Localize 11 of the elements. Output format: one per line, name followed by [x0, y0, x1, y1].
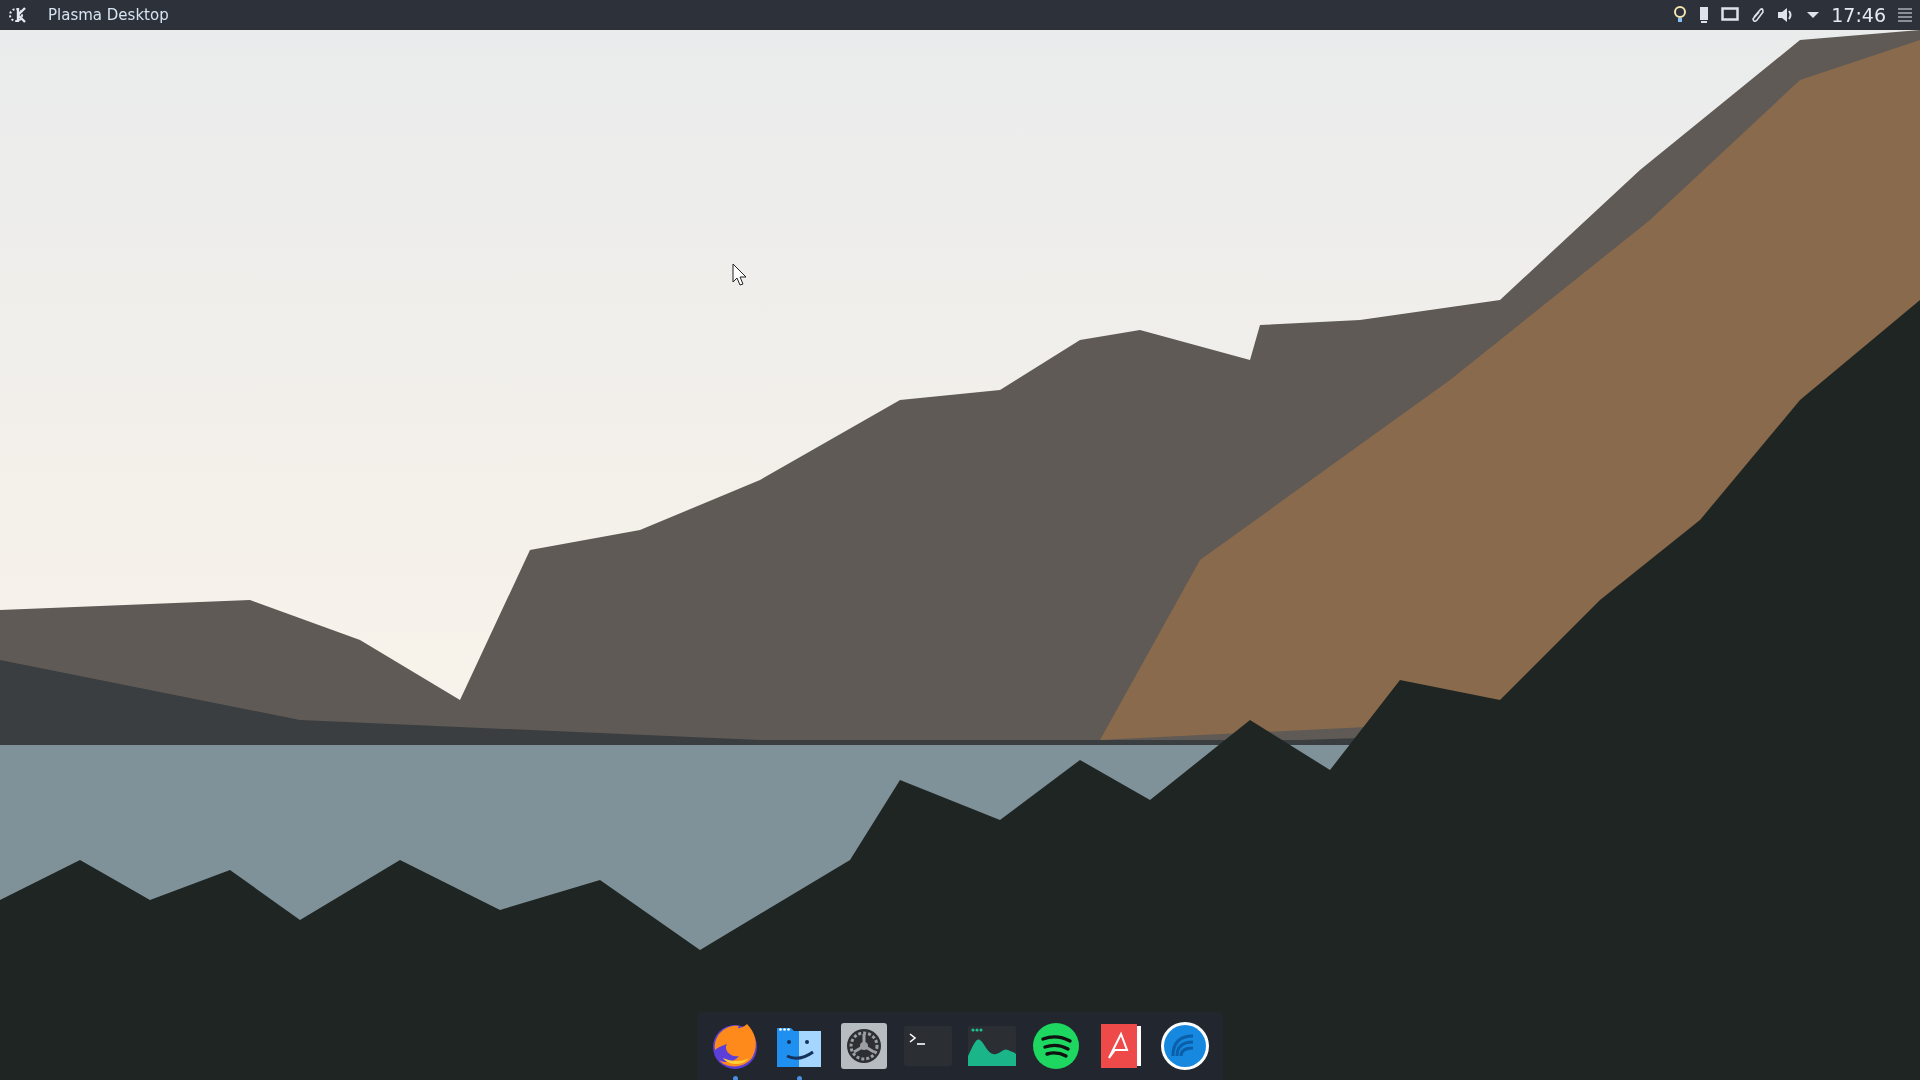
swirl-circle-icon[interactable] [1158, 1020, 1211, 1072]
display-icon[interactable] [1721, 7, 1740, 23]
active-window-title[interactable]: Plasma Desktop [48, 6, 169, 24]
mouse-pointer-icon [732, 263, 748, 287]
battery-icon[interactable] [1699, 6, 1710, 24]
light-bulb-icon[interactable] [1673, 6, 1688, 24]
dropdown-arrow-icon[interactable] [1807, 10, 1820, 20]
menu-icon[interactable] [1898, 7, 1912, 23]
clock[interactable]: 17:46 [1831, 4, 1886, 26]
gear-letter-logo-icon[interactable] [8, 5, 28, 25]
paperclip-icon[interactable] [1751, 6, 1766, 24]
